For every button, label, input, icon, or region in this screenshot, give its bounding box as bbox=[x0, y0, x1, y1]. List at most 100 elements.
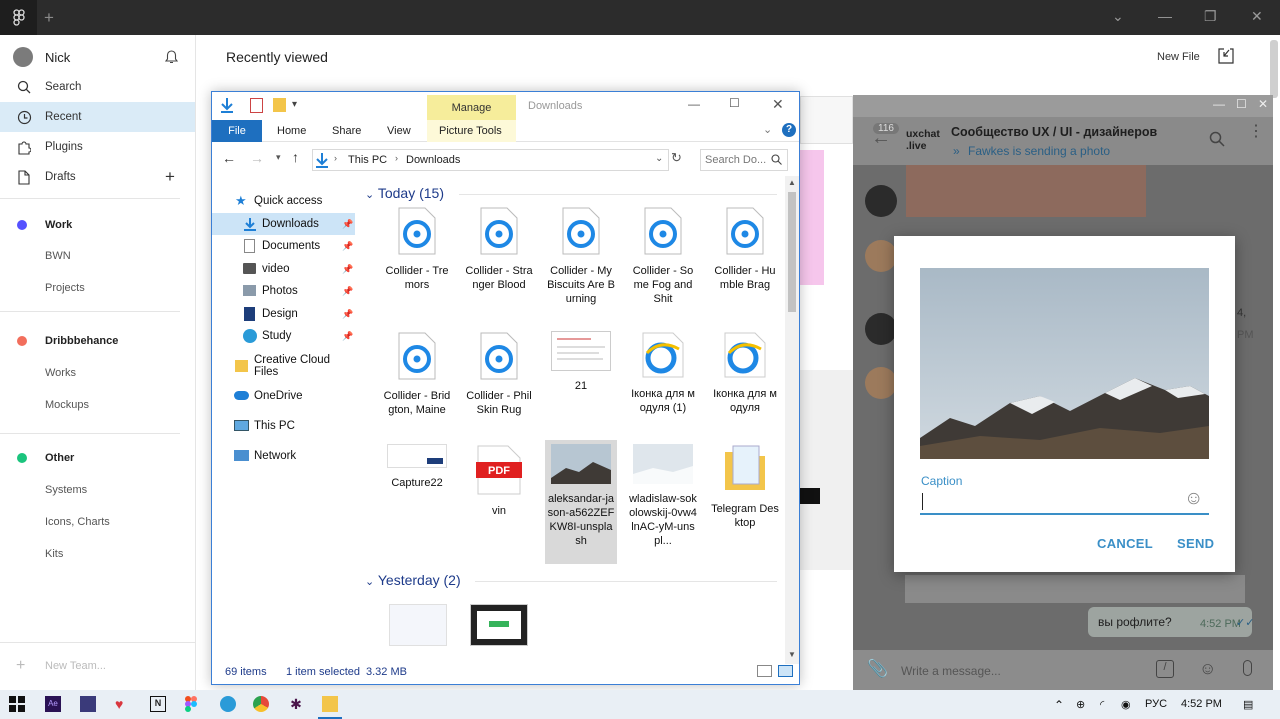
scroll-down-icon[interactable]: ▼ bbox=[788, 650, 796, 659]
close-icon[interactable]: ✕ bbox=[1251, 8, 1263, 25]
file-item[interactable]: Collider - Tremors bbox=[381, 202, 453, 292]
file-item[interactable]: aleksandar-jason-a562ZEFKW8I-unsplash bbox=[545, 440, 617, 564]
maximize-icon[interactable]: ☐ bbox=[729, 96, 740, 110]
message-input[interactable]: Write a message... bbox=[901, 664, 1001, 678]
properties-icon[interactable] bbox=[250, 98, 263, 113]
file-item[interactable]: Collider - Stranger Blood bbox=[463, 202, 535, 292]
chat-title[interactable]: Сообщество UX / UI - дизайнеров bbox=[951, 125, 1157, 139]
main-scrollbar[interactable] bbox=[1270, 40, 1278, 98]
nav-network[interactable]: Network bbox=[212, 445, 355, 467]
nav-this-pc[interactable]: This PC bbox=[212, 415, 355, 437]
add-draft-icon[interactable]: + bbox=[165, 167, 175, 187]
minimize-icon[interactable]: — bbox=[688, 97, 700, 111]
clock[interactable]: 4:52 PM bbox=[1181, 698, 1222, 710]
recent-locations-icon[interactable]: ▾ bbox=[276, 152, 281, 163]
attach-icon[interactable]: 📎 bbox=[867, 659, 888, 679]
file-item[interactable]: Collider - Bridgton, Maine bbox=[381, 327, 453, 417]
more-menu-icon[interactable]: ⋮ bbox=[1248, 124, 1264, 140]
wifi-icon[interactable]: ◜ bbox=[1100, 698, 1104, 711]
file-item[interactable]: Collider - My Biscuits Are Burning bbox=[545, 202, 617, 306]
file-thumbnail[interactable] bbox=[389, 604, 447, 646]
emoji-icon[interactable]: ☺ bbox=[1199, 659, 1216, 679]
file-thumbnail[interactable] bbox=[800, 150, 824, 285]
pin-icon[interactable]: 📌 bbox=[342, 219, 353, 230]
team-work[interactable]: Work bbox=[0, 210, 195, 240]
vivaldi-icon[interactable]: ♥ bbox=[115, 696, 131, 712]
new-file-button[interactable]: New File bbox=[1157, 51, 1200, 63]
tab-share[interactable]: Share bbox=[332, 125, 361, 137]
photo-message[interactable] bbox=[906, 165, 1146, 217]
figma-icon[interactable] bbox=[185, 696, 201, 712]
chevron-down-icon[interactable]: ⌄ bbox=[655, 153, 663, 164]
nav-photos[interactable]: Photos 📌 bbox=[212, 280, 355, 302]
pin-icon[interactable]: 📌 bbox=[342, 309, 353, 320]
file-item[interactable]: Capture22 bbox=[381, 440, 453, 490]
commands-icon[interactable]: / bbox=[1156, 660, 1174, 678]
file-item[interactable]: Іконка для модуля bbox=[709, 327, 781, 415]
file-thumbnail[interactable] bbox=[800, 370, 853, 570]
sidebar-item-search[interactable]: Search bbox=[0, 72, 195, 102]
up-arrow-icon[interactable]: ↑ bbox=[292, 149, 299, 165]
project-item[interactable]: Icons, Charts bbox=[0, 507, 195, 537]
project-item[interactable]: Kits bbox=[0, 539, 195, 569]
project-item[interactable]: Works bbox=[0, 358, 195, 388]
after-effects-icon[interactable]: Ae bbox=[45, 696, 61, 712]
large-icons-view-icon[interactable] bbox=[778, 665, 793, 677]
team-other[interactable]: Other bbox=[0, 443, 195, 473]
sidebar-item-drafts[interactable]: Drafts + bbox=[0, 162, 195, 192]
scroll-up-icon[interactable]: ▲ bbox=[788, 178, 796, 187]
slack-icon[interactable]: ✱ bbox=[288, 696, 304, 712]
back-arrow-icon[interactable]: ← bbox=[222, 150, 236, 166]
chrome-icon[interactable] bbox=[253, 696, 269, 712]
nav-video[interactable]: video 📌 bbox=[212, 258, 355, 280]
search-input[interactable]: Search Do... bbox=[700, 149, 788, 171]
pin-icon[interactable]: 📌 bbox=[342, 241, 353, 252]
app-icon[interactable] bbox=[80, 696, 96, 712]
file-item[interactable]: Collider - Humble Brag bbox=[709, 202, 781, 292]
manage-tab[interactable]: Manage bbox=[427, 95, 516, 120]
chevron-down-icon[interactable]: ⌄ bbox=[763, 123, 772, 136]
emoji-icon[interactable]: ☺ bbox=[1184, 488, 1203, 510]
project-item[interactable]: Projects bbox=[0, 273, 195, 303]
bell-icon[interactable] bbox=[164, 50, 179, 67]
search-icon[interactable] bbox=[1209, 131, 1225, 150]
pin-icon[interactable]: 📌 bbox=[342, 331, 353, 342]
nav-documents[interactable]: Documents 📌 bbox=[212, 235, 355, 257]
file-item[interactable]: Collider - Phil Skin Rug bbox=[463, 327, 535, 417]
network-tray-icon[interactable]: ⊕ bbox=[1076, 698, 1085, 711]
figma-logo-icon[interactable] bbox=[0, 0, 37, 35]
minimize-icon[interactable]: — bbox=[1213, 97, 1225, 111]
new-folder-icon[interactable] bbox=[273, 98, 286, 112]
chevron-up-icon[interactable]: ⌃ bbox=[1054, 698, 1064, 712]
avatar[interactable] bbox=[865, 185, 897, 217]
file-thumbnail[interactable] bbox=[800, 96, 853, 144]
file-item[interactable]: Іконка для модуля (1) bbox=[627, 327, 699, 415]
file-item[interactable]: wladislaw-sokolowskij-0vw4lnAC-yM-unspl.… bbox=[627, 440, 699, 548]
language-indicator[interactable]: РУС bbox=[1145, 698, 1167, 710]
forward-arrow-icon[interactable]: → bbox=[250, 150, 264, 166]
nav-study[interactable]: Study 📌 bbox=[212, 325, 355, 347]
avatar[interactable] bbox=[865, 240, 897, 272]
file-explorer-icon[interactable] bbox=[322, 696, 338, 712]
restore-icon[interactable]: ❐ bbox=[1204, 8, 1217, 25]
user-row[interactable]: Nick bbox=[0, 42, 195, 72]
new-team-button[interactable]: + New Team... bbox=[0, 651, 195, 681]
sidebar-item-plugins[interactable]: Plugins bbox=[0, 132, 195, 162]
telegram-icon[interactable] bbox=[220, 696, 236, 712]
group-header-today[interactable]: ⌄ Today (15) bbox=[365, 185, 444, 201]
project-item[interactable]: Mockups bbox=[0, 390, 195, 420]
team-dribbbehance[interactable]: Dribbbehance bbox=[0, 326, 195, 356]
pin-icon[interactable]: 📌 bbox=[342, 286, 353, 297]
nav-downloads[interactable]: Downloads 📌 bbox=[212, 213, 355, 235]
file-thumbnail[interactable] bbox=[470, 604, 528, 646]
notion-icon[interactable]: N bbox=[150, 696, 166, 712]
breadcrumb-item[interactable]: This PC bbox=[348, 154, 387, 166]
tab-view[interactable]: View bbox=[387, 125, 411, 137]
download-arrow-icon[interactable] bbox=[220, 97, 234, 116]
nav-quick-access[interactable]: ★ Quick access bbox=[212, 190, 355, 212]
tab-home[interactable]: Home bbox=[277, 125, 306, 137]
file-item[interactable]: Collider - Some Fog and Shit bbox=[627, 202, 699, 306]
pin-icon[interactable]: 📌 bbox=[342, 264, 353, 275]
project-item[interactable]: Systems bbox=[0, 475, 195, 505]
nav-design[interactable]: Design 📌 bbox=[212, 303, 355, 325]
